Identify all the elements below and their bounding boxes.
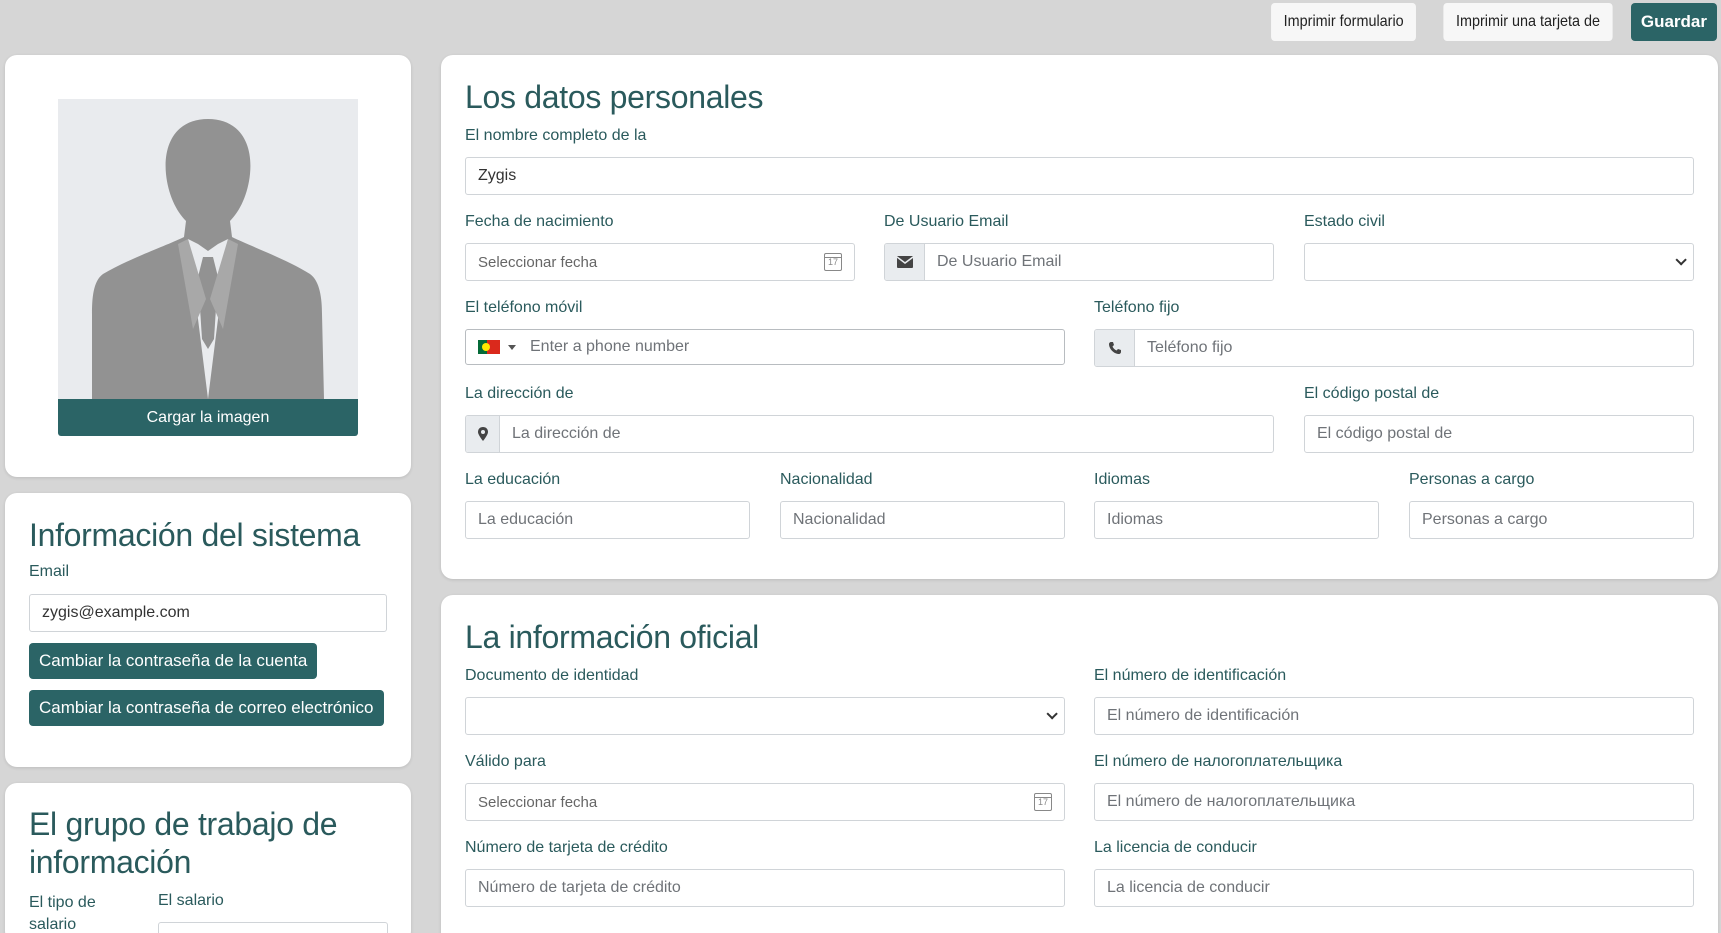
- credit-card-placeholder: Número de tarjeta de crédito: [478, 879, 681, 896]
- full-name-field[interactable]: Zygis: [465, 157, 1694, 195]
- top-toolbar: Imprimir formulario Imprimir una tarjeta…: [1263, 3, 1717, 41]
- birth-date-placeholder: Seleccionar fecha: [478, 253, 598, 271]
- languages-field[interactable]: Idiomas: [1094, 501, 1379, 539]
- print-card-button[interactable]: Imprimir una tarjeta de: [1443, 3, 1613, 41]
- personal-data-card: Los datos personales El nombre completo …: [441, 55, 1718, 579]
- valid-for-label: Válido para: [465, 753, 546, 770]
- id-number-label: El número de identificación: [1094, 667, 1287, 684]
- valid-for-field[interactable]: Seleccionar fecha 17: [465, 783, 1065, 821]
- dependents-field[interactable]: Personas a cargo: [1409, 501, 1694, 539]
- education-field[interactable]: La educación: [465, 501, 750, 539]
- nationality-label: Nacionalidad: [780, 471, 873, 488]
- driver-license-field[interactable]: La licencia de conducir: [1094, 869, 1694, 907]
- mobile-label: El teléfono móvil: [465, 299, 583, 316]
- save-button[interactable]: Guardar: [1630, 3, 1717, 41]
- full-name-value: Zygis: [478, 167, 517, 184]
- change-email-password-button[interactable]: Cambiar la contraseña de correo electrón…: [29, 690, 384, 726]
- landline-placeholder: Teléfono fijo: [1147, 339, 1233, 356]
- work-group-title: El grupo de trabajo de información: [29, 806, 338, 880]
- envelope-icon: [885, 244, 925, 280]
- calendar-icon[interactable]: 17: [824, 253, 842, 271]
- system-email-field[interactable]: zygis@example.com: [29, 594, 387, 632]
- phone-icon: [1095, 330, 1135, 366]
- caret-down-icon[interactable]: [508, 344, 516, 350]
- nationality-placeholder: Nacionalidad: [793, 511, 886, 528]
- change-account-password-button[interactable]: Cambiar la contraseña de la cuenta: [29, 643, 318, 679]
- salary-type-label: El tipo de salario: [29, 894, 96, 933]
- birth-date-label: Fecha de nacimiento: [465, 213, 614, 230]
- education-placeholder: La educación: [478, 511, 574, 528]
- dependents-label: Personas a cargo: [1409, 471, 1535, 488]
- official-info-card: La información oficial Documento de iden…: [441, 595, 1718, 933]
- birth-date-field[interactable]: Seleccionar fecha 17: [465, 243, 855, 281]
- mobile-placeholder: Enter a phone number: [530, 338, 690, 355]
- languages-label: Idiomas: [1094, 471, 1151, 488]
- nationality-field[interactable]: Nacionalidad: [780, 501, 1065, 539]
- postal-code-placeholder: El código postal de: [1317, 425, 1453, 442]
- mobile-field[interactable]: Enter a phone number: [465, 329, 1065, 365]
- full-name-label: El nombre completo de la: [465, 127, 647, 144]
- user-email-field[interactable]: De Usuario Email: [884, 243, 1274, 281]
- person-silhouette-icon: [58, 99, 358, 399]
- driver-license-label: La licencia de conducir: [1094, 839, 1257, 856]
- salary-field[interactable]: [158, 922, 388, 933]
- id-document-label: Documento de identidad: [465, 667, 639, 684]
- avatar: [58, 99, 358, 399]
- postal-code-field[interactable]: El código postal de: [1304, 415, 1694, 453]
- system-info-card: Información del sistema Email zygis@exam…: [5, 493, 411, 767]
- work-group-card: El grupo de trabajo de información El ti…: [5, 783, 411, 933]
- upload-image-button[interactable]: Cargar la imagen: [58, 399, 358, 436]
- photo-card: Cargar la imagen: [5, 55, 411, 477]
- address-field[interactable]: La dirección de: [465, 415, 1274, 453]
- official-info-title: La información oficial: [465, 619, 759, 655]
- credit-card-field[interactable]: Número de tarjeta de crédito: [465, 869, 1065, 907]
- tax-number-placeholder: El número de налогоплательщика: [1107, 793, 1356, 810]
- system-email-value: zygis@example.com: [42, 604, 190, 621]
- credit-card-label: Número de tarjeta de crédito: [465, 839, 668, 856]
- id-document-select[interactable]: [465, 697, 1065, 735]
- tax-number-label: El número de налогоплательщика: [1094, 753, 1343, 770]
- languages-placeholder: Idiomas: [1107, 511, 1164, 528]
- address-placeholder: La dirección de: [512, 425, 621, 442]
- driver-license-placeholder: La licencia de conducir: [1107, 879, 1270, 896]
- calendar-icon[interactable]: 17: [1034, 793, 1052, 811]
- salary-label: El salario: [158, 892, 224, 909]
- map-marker-icon: [466, 416, 500, 452]
- education-label: La educación: [465, 471, 561, 488]
- personal-data-title: Los datos personales: [465, 79, 764, 115]
- address-label: La dirección de: [465, 385, 574, 402]
- landline-label: Teléfono fijo: [1094, 299, 1180, 316]
- chevron-down-icon: [1675, 254, 1687, 266]
- dependents-placeholder: Personas a cargo: [1422, 511, 1548, 528]
- chevron-down-icon: [1046, 708, 1058, 720]
- valid-for-placeholder: Seleccionar fecha: [478, 793, 598, 811]
- email-label: Email: [29, 563, 70, 580]
- print-form-button[interactable]: Imprimir formulario: [1271, 3, 1417, 41]
- landline-field[interactable]: Teléfono fijo: [1094, 329, 1694, 367]
- postal-code-label: El código postal de: [1304, 385, 1440, 402]
- system-info-title: Información del sistema: [29, 517, 361, 553]
- marital-status-label: Estado civil: [1304, 213, 1385, 230]
- id-number-placeholder: El número de identificación: [1107, 707, 1300, 724]
- user-email-label: De Usuario Email: [884, 213, 1009, 230]
- portugal-flag-icon[interactable]: [478, 340, 500, 354]
- id-number-field[interactable]: El número de identificación: [1094, 697, 1694, 735]
- marital-status-select[interactable]: [1304, 243, 1694, 281]
- tax-number-field[interactable]: El número de налогоплательщика: [1094, 783, 1694, 821]
- user-email-placeholder: De Usuario Email: [937, 253, 1062, 270]
